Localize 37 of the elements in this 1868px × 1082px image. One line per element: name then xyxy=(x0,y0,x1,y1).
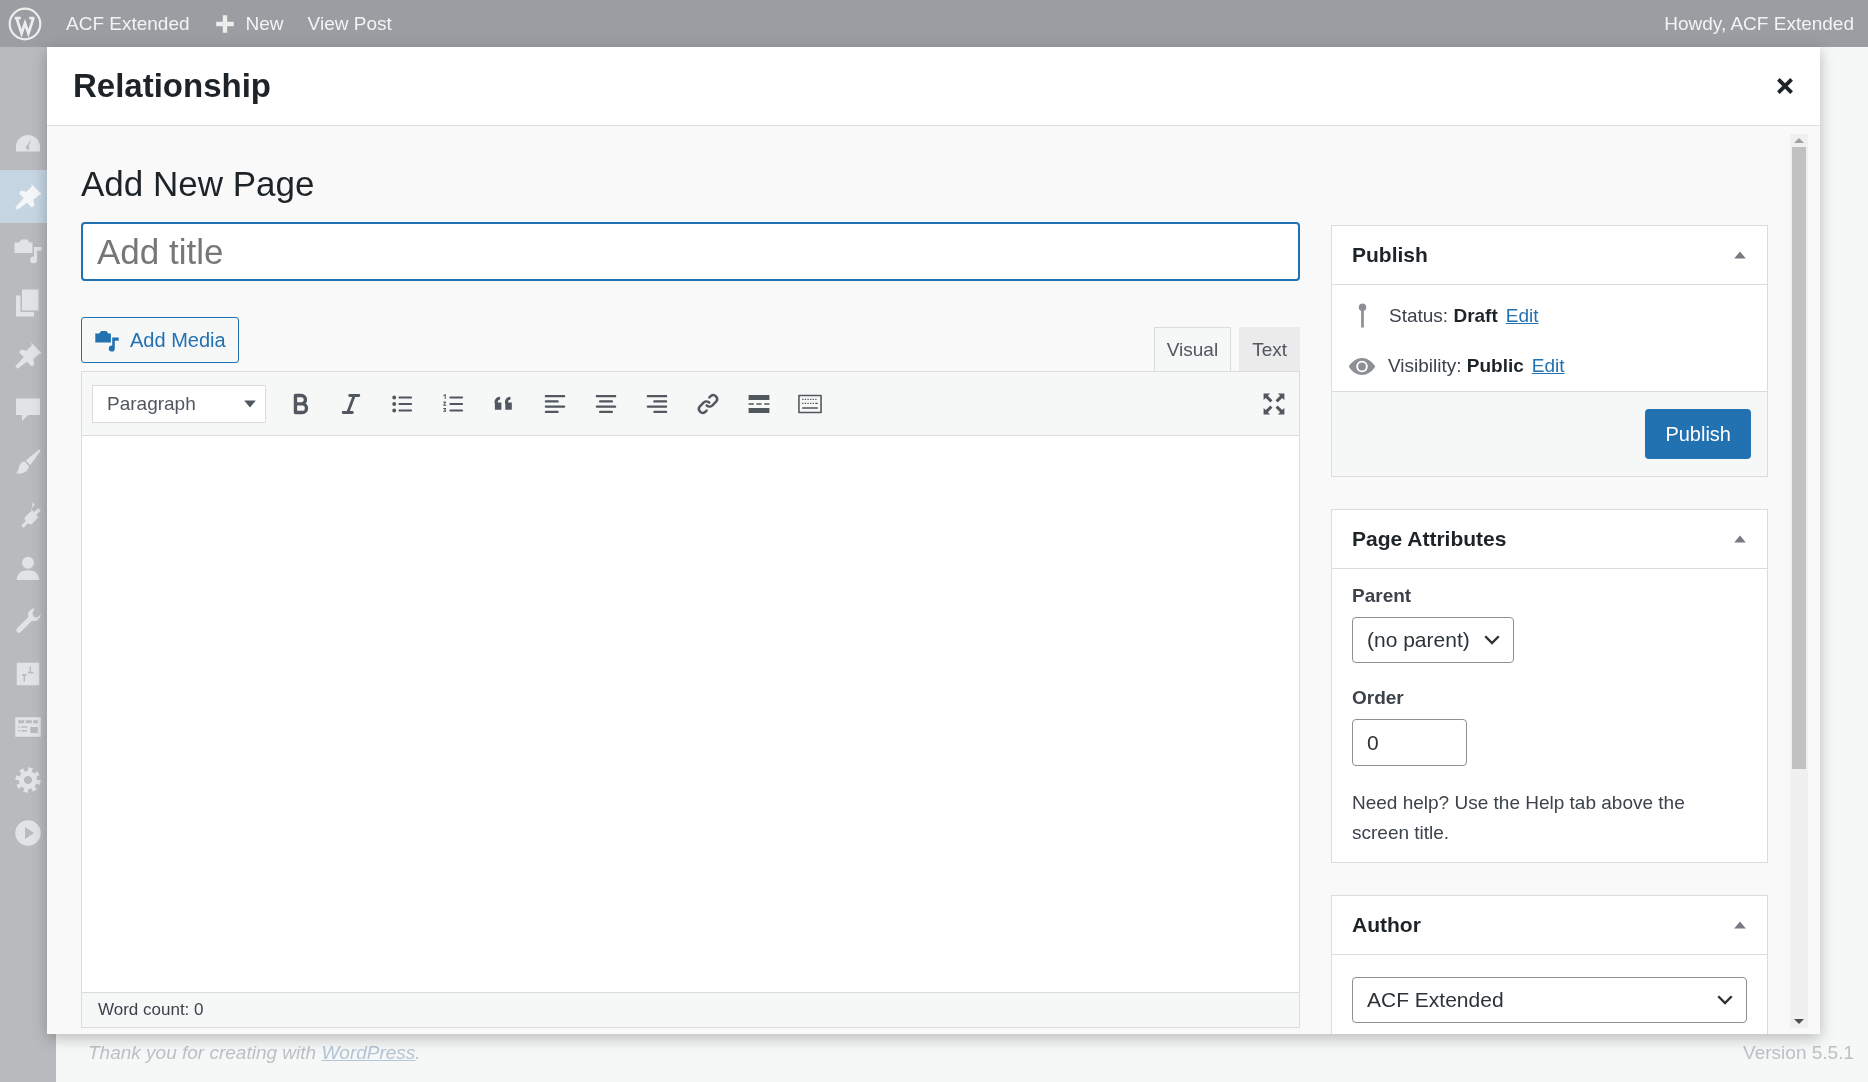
modal-title: Relationship xyxy=(73,67,273,105)
title-field[interactable]: Add title xyxy=(81,222,1300,281)
publish-button[interactable]: Publish xyxy=(1645,409,1751,459)
edit-link[interactable]: Edit xyxy=(1505,304,1539,327)
close-icon[interactable] xyxy=(1774,75,1796,97)
version-text: Version 5.5.1 xyxy=(1743,1042,1854,1064)
pin-icon xyxy=(13,340,43,371)
box-title: Author xyxy=(1352,913,1421,937)
author-select[interactable]: ACF Extended xyxy=(1352,977,1747,1023)
publish-setting: Visibility: Public xyxy=(1388,355,1524,377)
scroll-down-icon[interactable] xyxy=(1794,1019,1804,1024)
editor-tab[interactable]: Visual xyxy=(1153,327,1232,371)
wrench-icon xyxy=(13,605,43,636)
footer-thanks-text: Thank you for creating with WordPress. xyxy=(88,1042,421,1064)
box-title: Page Attributes xyxy=(1352,527,1507,551)
scroll-up-icon[interactable] xyxy=(1794,138,1804,143)
format-select[interactable]: Paragraph xyxy=(92,384,266,423)
plus-icon xyxy=(213,12,236,35)
word-count: Word count: 0 xyxy=(98,1000,204,1020)
publish-setting: Status: Draft xyxy=(1389,304,1498,327)
eye-icon xyxy=(1348,356,1376,376)
page-heading: Add New Page xyxy=(81,164,316,204)
field-label: Order xyxy=(1352,687,1404,709)
parent-select[interactable]: (no parent) xyxy=(1352,617,1514,663)
box-title: Publish xyxy=(1352,243,1428,267)
help-text: Need help? Use the Help tab above the screen title. xyxy=(1352,791,1686,845)
editor-tab[interactable]: Text xyxy=(1239,327,1300,371)
pin-icon xyxy=(13,181,43,212)
edit-link[interactable]: Edit xyxy=(1531,355,1565,377)
add-media-button[interactable]: Add Media xyxy=(81,317,239,363)
field-label: Parent xyxy=(1352,585,1412,607)
pin-icon xyxy=(1358,303,1367,328)
logo-icon[interactable] xyxy=(8,6,42,41)
order-field[interactable]: 0 xyxy=(1352,719,1467,766)
scrollbar[interactable] xyxy=(1790,134,1808,1028)
gear-icon xyxy=(13,764,43,795)
play-icon xyxy=(13,817,43,848)
